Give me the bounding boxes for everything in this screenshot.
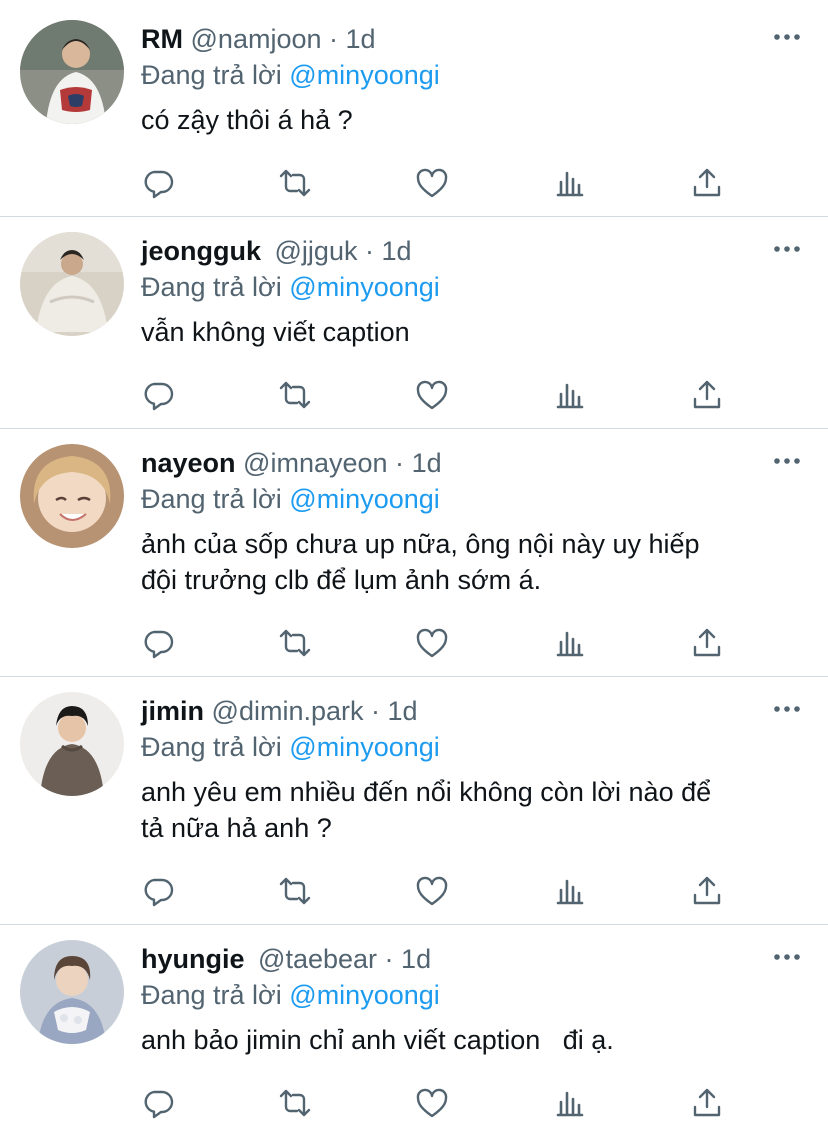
action-bar bbox=[140, 1085, 730, 1121]
reply-icon[interactable] bbox=[140, 873, 176, 909]
heart-icon[interactable] bbox=[414, 873, 450, 909]
share-icon[interactable] bbox=[689, 165, 725, 201]
avatar[interactable] bbox=[20, 232, 124, 336]
timestamp[interactable]: 1d bbox=[412, 448, 442, 478]
tweet-text: anh bảo jimin chỉ anh viết caption đi ạ. bbox=[141, 1025, 614, 1055]
tweet-header: hyungie @taebear · 1d bbox=[141, 942, 431, 976]
reply-icon[interactable] bbox=[140, 1085, 176, 1121]
separator: · bbox=[371, 696, 381, 726]
heart-icon[interactable] bbox=[414, 1085, 450, 1121]
more-dots-icon[interactable] bbox=[770, 22, 804, 52]
replying-to: Đang trả lời @minyoongi bbox=[141, 58, 440, 92]
tweet-header: jimin @dimin.park · 1d bbox=[141, 694, 418, 728]
share-icon[interactable] bbox=[689, 873, 725, 909]
timestamp[interactable]: 1d bbox=[382, 236, 412, 266]
reply-icon[interactable] bbox=[140, 625, 176, 661]
heart-icon[interactable] bbox=[414, 165, 450, 201]
display-name[interactable]: nayeon bbox=[141, 448, 236, 478]
mention-link[interactable]: @minyoongi bbox=[289, 272, 439, 302]
avatar[interactable] bbox=[20, 692, 124, 796]
mention-link[interactable]: @minyoongi bbox=[289, 980, 439, 1010]
analytics-icon[interactable] bbox=[552, 1085, 588, 1121]
handle[interactable]: @taebear bbox=[258, 944, 377, 974]
tweet-text: vẫn không viết caption bbox=[141, 317, 410, 347]
avatar[interactable] bbox=[20, 940, 124, 1044]
more-dots-icon[interactable] bbox=[770, 942, 804, 972]
separator: · bbox=[364, 236, 374, 266]
more-dots-icon[interactable] bbox=[770, 694, 804, 724]
display-name[interactable]: hyungie bbox=[141, 944, 245, 974]
tweet-text: anh yêu em nhiều đến nổi không còn lời n… bbox=[141, 777, 712, 843]
separator: · bbox=[395, 448, 405, 478]
analytics-icon[interactable] bbox=[552, 873, 588, 909]
action-bar bbox=[140, 873, 730, 909]
tweet-card[interactable]: jimin @dimin.park · 1d Đang trả lời @min… bbox=[0, 672, 828, 924]
analytics-icon[interactable] bbox=[552, 165, 588, 201]
handle[interactable]: @dimin.park bbox=[212, 696, 364, 726]
replying-to: Đang trả lời @minyoongi bbox=[141, 482, 440, 516]
replying-to-label: Đang trả lời bbox=[141, 980, 282, 1010]
retweet-icon[interactable] bbox=[277, 873, 313, 909]
replying-to: Đang trả lời @minyoongi bbox=[141, 978, 440, 1012]
display-name[interactable]: jeongguk bbox=[141, 236, 261, 266]
tweet-text: ảnh của sốp chưa up nữa, ông nội này uy … bbox=[141, 529, 700, 595]
share-icon[interactable] bbox=[689, 1085, 725, 1121]
retweet-icon[interactable] bbox=[277, 625, 313, 661]
replying-to: Đang trả lời @minyoongi bbox=[141, 270, 440, 304]
more-dots-icon[interactable] bbox=[770, 446, 804, 476]
handle[interactable]: @imnayeon bbox=[243, 448, 387, 478]
mention-link[interactable]: @minyoongi bbox=[289, 484, 439, 514]
handle[interactable]: @jjguk bbox=[275, 236, 358, 266]
reply-feed: RM @namjoon · 1d Đang trả lời @minyoongi… bbox=[0, 0, 828, 1130]
timestamp[interactable]: 1d bbox=[388, 696, 418, 726]
tweet-header: jeongguk @jjguk · 1d bbox=[141, 234, 412, 268]
action-bar bbox=[140, 377, 730, 413]
mention-link[interactable]: @minyoongi bbox=[289, 60, 439, 90]
timestamp[interactable]: 1d bbox=[401, 944, 431, 974]
tweet-card[interactable]: jeongguk @jjguk · 1d Đang trả lời @minyo… bbox=[0, 212, 828, 428]
separator: · bbox=[329, 24, 339, 54]
analytics-icon[interactable] bbox=[552, 377, 588, 413]
replying-to-label: Đang trả lời bbox=[141, 484, 282, 514]
replying-to-label: Đang trả lời bbox=[141, 272, 282, 302]
tweet-card[interactable]: nayeon @imnayeon · 1d Đang trả lời @miny… bbox=[0, 424, 828, 676]
retweet-icon[interactable] bbox=[277, 1085, 313, 1121]
tweet-card[interactable]: hyungie @taebear · 1d Đang trả lời @miny… bbox=[0, 920, 828, 1130]
action-bar bbox=[140, 625, 730, 661]
replying-to: Đang trả lời @minyoongi bbox=[141, 730, 440, 764]
heart-icon[interactable] bbox=[414, 625, 450, 661]
tweet-header: nayeon @imnayeon · 1d bbox=[141, 446, 442, 480]
mention-link[interactable]: @minyoongi bbox=[289, 732, 439, 762]
retweet-icon[interactable] bbox=[277, 377, 313, 413]
action-bar bbox=[140, 165, 730, 201]
retweet-icon[interactable] bbox=[277, 165, 313, 201]
display-name[interactable]: RM bbox=[141, 24, 183, 54]
tweet-card[interactable]: RM @namjoon · 1d Đang trả lời @minyoongi… bbox=[0, 0, 828, 216]
share-icon[interactable] bbox=[689, 377, 725, 413]
replying-to-label: Đang trả lời bbox=[141, 732, 282, 762]
handle[interactable]: @namjoon bbox=[191, 24, 322, 54]
replying-to-label: Đang trả lời bbox=[141, 60, 282, 90]
avatar[interactable] bbox=[20, 20, 124, 124]
timestamp[interactable]: 1d bbox=[346, 24, 376, 54]
reply-icon[interactable] bbox=[140, 377, 176, 413]
share-icon[interactable] bbox=[689, 625, 725, 661]
heart-icon[interactable] bbox=[414, 377, 450, 413]
analytics-icon[interactable] bbox=[552, 625, 588, 661]
tweet-text: có zậy thôi á hả ? bbox=[141, 105, 353, 135]
separator: · bbox=[384, 944, 394, 974]
tweet-header: RM @namjoon · 1d bbox=[141, 22, 376, 56]
display-name[interactable]: jimin bbox=[141, 696, 204, 726]
reply-icon[interactable] bbox=[140, 165, 176, 201]
more-dots-icon[interactable] bbox=[770, 234, 804, 264]
avatar[interactable] bbox=[20, 444, 124, 548]
